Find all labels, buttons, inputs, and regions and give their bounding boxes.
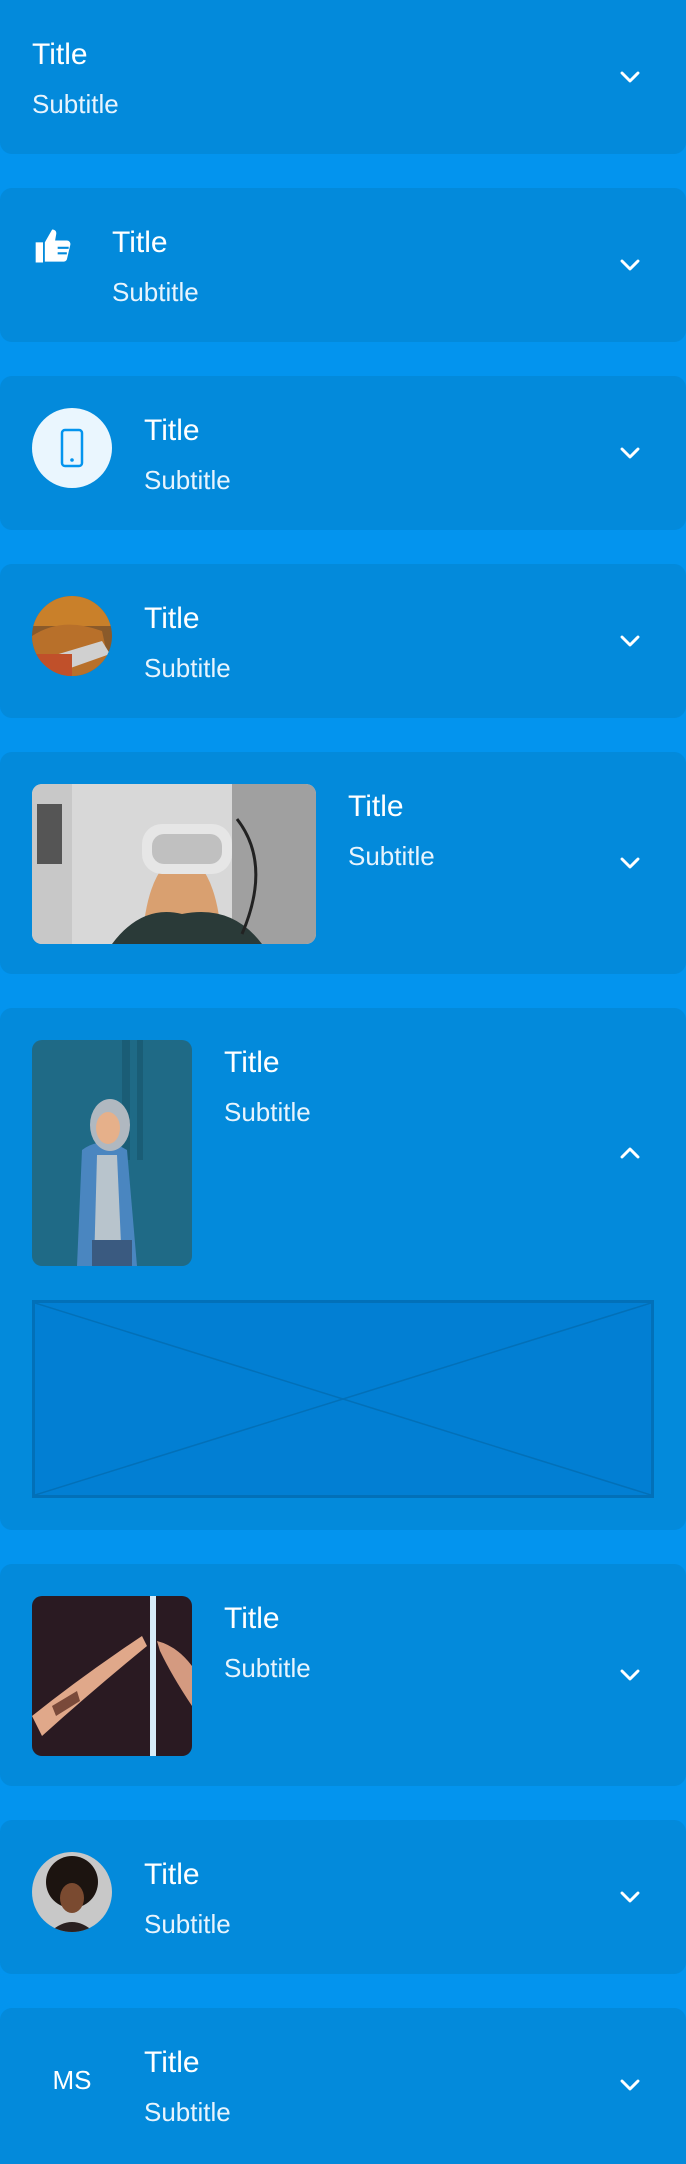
chevron-down-icon[interactable]: [614, 1659, 646, 1691]
item-title: Title: [144, 414, 200, 447]
initials-avatar: MS: [52, 2064, 92, 2095]
item-title: Title: [144, 2046, 200, 2079]
accordion-item-2[interactable]: Title Subtitle: [0, 188, 686, 342]
item-subtitle: Subtitle: [224, 1653, 311, 1683]
accordion-item-3[interactable]: Title Subtitle: [0, 376, 686, 530]
accordion-item-8[interactable]: Title Subtitle: [0, 1820, 686, 1974]
thumbs-up-icon: [32, 224, 76, 268]
item-title: Title: [112, 226, 168, 259]
item-title: Title: [32, 38, 88, 71]
accordion-item-4[interactable]: Title Subtitle: [0, 564, 686, 718]
chevron-down-icon[interactable]: [614, 1881, 646, 1913]
item-subtitle: Subtitle: [144, 653, 231, 683]
item-subtitle: Subtitle: [144, 465, 231, 495]
chevron-down-icon[interactable]: [614, 249, 646, 281]
item-subtitle: Subtitle: [144, 1909, 231, 1939]
item-title: Title: [348, 790, 404, 823]
item-subtitle: Subtitle: [112, 277, 199, 307]
accordion-item-9[interactable]: MS Title Subtitle: [0, 2008, 686, 2164]
chevron-down-icon[interactable]: [614, 2069, 646, 2101]
accordion-item-5[interactable]: Title Subtitle: [0, 752, 686, 974]
chevron-down-icon[interactable]: [614, 61, 646, 93]
accordion-item-7[interactable]: Title Subtitle: [0, 1564, 686, 1786]
chevron-down-icon[interactable]: [614, 437, 646, 469]
smartphone-icon-avatar: [32, 408, 112, 488]
chevron-down-icon[interactable]: [614, 625, 646, 657]
smartphone-icon: [60, 428, 84, 468]
avatar: [32, 1852, 112, 1932]
item-title: Title: [224, 1046, 280, 1079]
item-subtitle: Subtitle: [32, 89, 119, 119]
portrait-photo: [32, 1040, 192, 1266]
accordion-item-1[interactable]: Title Subtitle: [0, 0, 686, 154]
wide-photo: [32, 784, 316, 944]
chevron-up-icon[interactable]: [614, 1137, 646, 1169]
item-title: Title: [144, 1858, 200, 1891]
chevron-down-icon[interactable]: [614, 847, 646, 879]
square-photo: [32, 1596, 192, 1756]
circle-photo: [32, 596, 112, 676]
item-title: Title: [224, 1602, 280, 1635]
content-placeholder: [32, 1300, 654, 1498]
accordion-item-6-expanded[interactable]: Title Subtitle: [0, 1008, 686, 1530]
item-subtitle: Subtitle: [144, 2097, 231, 2127]
item-title: Title: [144, 602, 200, 635]
item-subtitle: Subtitle: [348, 841, 435, 871]
item-subtitle: Subtitle: [224, 1097, 311, 1127]
